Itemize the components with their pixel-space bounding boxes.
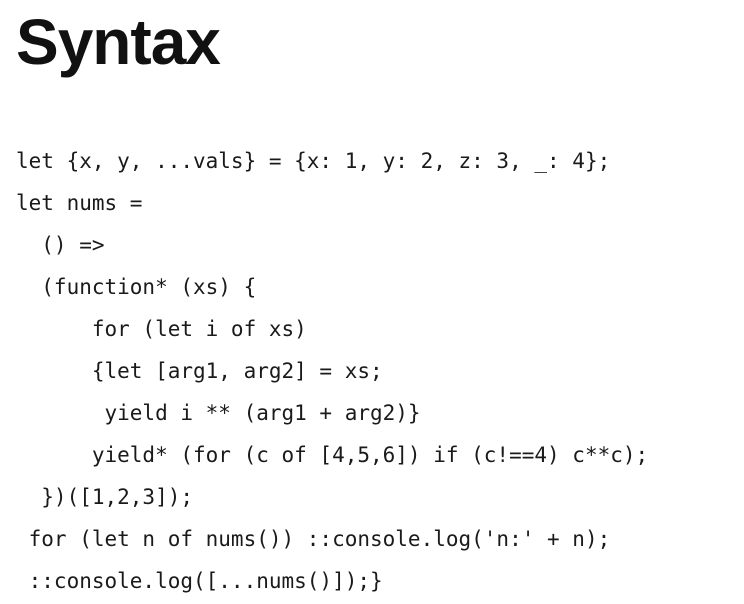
code-line-4: (function* (xs) { bbox=[16, 275, 257, 299]
code-line-10: for (let n of nums()) ::console.log('n:'… bbox=[16, 527, 611, 551]
code-line-9: })([1,2,3]); bbox=[16, 485, 194, 509]
code-block: let {x, y, ...vals} = {x: 1, y: 2, z: 3,… bbox=[16, 140, 648, 602]
code-line-8: yield* (for (c of [4,5,6]) if (c!==4) c*… bbox=[16, 443, 649, 467]
code-line-7: yield i ** (arg1 + arg2)} bbox=[16, 401, 421, 425]
code-line-2: let nums = bbox=[16, 191, 143, 215]
code-line-6: {let [arg1, arg2] = xs; bbox=[16, 359, 383, 383]
slide-title: Syntax bbox=[16, 6, 221, 78]
code-line-11: ::console.log([...nums()]);} bbox=[16, 569, 383, 593]
code-line-1: let {x, y, ...vals} = {x: 1, y: 2, z: 3,… bbox=[16, 149, 611, 173]
code-line-5: for (let i of xs) bbox=[16, 317, 307, 341]
code-line-3: () => bbox=[16, 233, 105, 257]
